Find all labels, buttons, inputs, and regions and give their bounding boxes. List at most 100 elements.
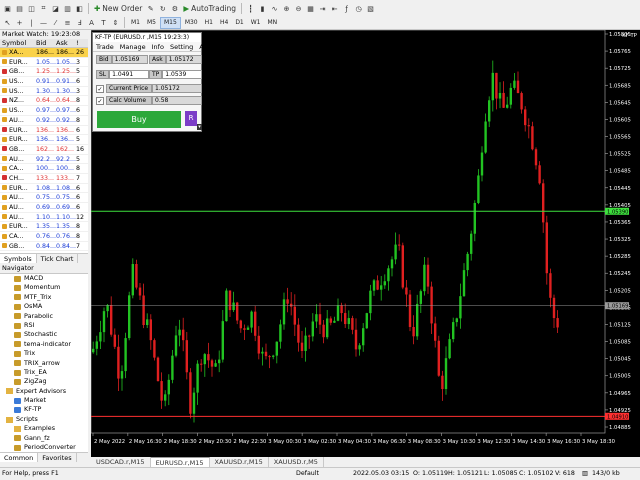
navigator-item[interactable]: MACD [0, 274, 88, 283]
chart-tab-usdcad[interactable]: USDCAD.r,M15 [91, 457, 151, 467]
navigator-item[interactable]: Momentum [0, 283, 88, 292]
market-watch-row[interactable]: AU... 1.10... 1.10... 12 [0, 212, 88, 223]
timeframe-m30[interactable]: M30 [182, 17, 201, 29]
navigator-item[interactable]: MTF_Trix [0, 293, 88, 302]
new-order-button[interactable]: ✚ New Order [92, 3, 144, 15]
timeframe-h1[interactable]: H1 [202, 17, 216, 29]
market-watch-row[interactable]: GB... 0.84... 0.84... 7 [0, 241, 88, 252]
col-symbol[interactable]: Symbol [0, 39, 36, 47]
chart-shift-icon[interactable]: ⇤ [329, 3, 340, 15]
market-watch-row[interactable]: XA... 186... 186... 26 [0, 48, 88, 58]
market-watch-row[interactable]: US... 0.91... 0.91... 6 [0, 77, 88, 87]
cursor-icon[interactable]: ↖ [2, 17, 13, 29]
navigator-item[interactable]: ZigZag [0, 377, 88, 386]
timeframe-w1[interactable]: W1 [248, 17, 264, 29]
vertical-line-icon[interactable]: | [26, 17, 37, 29]
status-profile[interactable]: Default [296, 468, 319, 480]
market-watch-row[interactable]: NZ... 0.64... 0.64... 8 [0, 96, 88, 107]
navigator-item[interactable]: Expert Advisors [0, 387, 88, 396]
market-watch-row[interactable]: EUR... 1.35... 1.35... 8 [0, 222, 88, 233]
signals-icon[interactable]: ⚙ [169, 3, 180, 15]
timeframe-m15[interactable]: M15 [160, 16, 181, 29]
templates-icon[interactable]: ▧ [365, 3, 376, 15]
kf-sl-input[interactable]: 1.0491 [109, 70, 150, 79]
navigator-item[interactable]: PeriodConverter [0, 443, 88, 452]
r-button[interactable]: R [185, 111, 197, 126]
chart-tab-eurusd[interactable]: EURUSD.r,M15 [150, 457, 210, 467]
candlestick-icon[interactable]: ▮ [257, 3, 268, 15]
col-spread[interactable]: ! [76, 39, 88, 47]
navigator-item[interactable]: Trix_EA [0, 368, 88, 377]
profiles-icon[interactable]: ▤ [14, 3, 25, 15]
market-watch-row[interactable]: CA... 0.76... 0.76... 8 [0, 232, 88, 242]
navigator-item[interactable]: KF-TP [0, 405, 88, 414]
navigator-item[interactable]: Stochastic [0, 330, 88, 339]
col-bid[interactable]: Bid [36, 39, 56, 47]
kf-calc-volume-checkbox[interactable]: ✓ [96, 96, 104, 105]
timeframe-h4[interactable]: H4 [217, 17, 231, 29]
crosshair-icon[interactable]: + [14, 17, 25, 29]
navigator-item[interactable]: Trix [0, 349, 88, 358]
timeframe-m1[interactable]: M1 [128, 17, 143, 29]
arrows-icon[interactable]: ⇕ [110, 17, 121, 29]
market-watch-row[interactable]: CH... 133... 133... 7 [0, 173, 88, 184]
tester-icon[interactable]: ◧ [74, 3, 85, 15]
tab-symbols[interactable]: Symbols [0, 254, 37, 263]
market-watch-row[interactable]: GB... 162... 162... 16 [0, 144, 88, 155]
kf-tp-input[interactable]: 1.0539 [162, 70, 203, 79]
kf-current-price-checkbox[interactable]: ✓ [96, 84, 104, 93]
tile-windows-icon[interactable]: ▦ [305, 3, 316, 15]
market-watch-row[interactable]: AU... 0.75... 0.75... 6 [0, 193, 88, 203]
tab-common[interactable]: Common [0, 453, 39, 462]
navigator-item[interactable]: OsMA [0, 302, 88, 311]
kf-menu-info[interactable]: Info [149, 42, 167, 51]
chart-tab-xauusd-m15[interactable]: XAUUSD.r,M15 [210, 457, 269, 467]
timeframe-d1[interactable]: D1 [232, 17, 246, 29]
navigator-item[interactable]: TRIX_arrow [0, 359, 88, 368]
autoscroll-icon[interactable]: ⇥ [317, 3, 328, 15]
zoom-in-icon[interactable]: ⊕ [281, 3, 292, 15]
navigator-item[interactable]: RSI [0, 321, 88, 330]
navigator-item[interactable]: Market [0, 396, 88, 405]
navigator-icon[interactable]: ◪ [50, 3, 61, 15]
buy-button[interactable]: Buy [97, 111, 181, 128]
navigator-item[interactable]: Scripts [0, 415, 88, 424]
kf-menu-setting[interactable]: Setting [167, 42, 196, 51]
kf-menu-trade[interactable]: Trade [93, 42, 117, 51]
new-chart-icon[interactable]: ▣ [2, 3, 13, 15]
kf-menu-manage[interactable]: Manage [117, 42, 149, 51]
tab-favorites[interactable]: Favorites [38, 453, 77, 462]
tab-tick-chart[interactable]: Tick Chart [37, 254, 79, 263]
col-ask[interactable]: Ask [56, 39, 76, 47]
market-watch-row[interactable]: EUR... 136... 136... 5 [0, 135, 88, 145]
navigator-item[interactable]: Parabolic [0, 312, 88, 321]
market-watch-row[interactable]: AU... 0.92... 0.92... 8 [0, 115, 88, 126]
market-watch-icon[interactable]: ◫ [26, 3, 37, 15]
indicators-icon[interactable]: ƒ [341, 3, 352, 15]
fibonacci-icon[interactable]: Ⅎ [74, 17, 85, 29]
market-watch-row[interactable]: CA... 100... 100... 8 [0, 164, 88, 174]
label-icon[interactable]: T [98, 17, 109, 29]
channel-icon[interactable]: ≡ [62, 17, 73, 29]
timeframe-m5[interactable]: M5 [144, 17, 159, 29]
market-watch-row[interactable]: EUR... 1.08... 1.08... 6 [0, 183, 88, 194]
market-watch-row[interactable]: EUR... 136... 136... 6 [0, 125, 88, 136]
trendline-icon[interactable]: ⁄ [50, 17, 61, 29]
navigator-item[interactable]: tema-indicator [0, 340, 88, 349]
market-watch-row[interactable]: US... 1.30... 1.30... 3 [0, 86, 88, 97]
metaeditor-icon[interactable]: ✎ [145, 3, 156, 15]
market-watch-row[interactable]: AU... 0.69... 0.69... 6 [0, 203, 88, 213]
chart-tab-xauusd-m5[interactable]: XAUUSD.r,M5 [269, 457, 324, 467]
market-watch-row[interactable]: AU... 92.2... 92.2... 5 [0, 154, 88, 165]
data-window-icon[interactable]: ⌗ [38, 3, 49, 15]
line-chart-icon[interactable]: ∿ [269, 3, 280, 15]
dropdown-icon[interactable]: ▾ [197, 124, 202, 130]
market-watch-row[interactable]: GB... 1.25... 1.25... 5 [0, 67, 88, 78]
refresh-icon[interactable]: ↻ [157, 3, 168, 15]
kf-menu-about[interactable]: About [196, 42, 221, 51]
horizontal-line-icon[interactable]: — [38, 17, 49, 29]
autotrading-button[interactable]: ▶ AutoTrading [181, 3, 238, 15]
terminal-icon[interactable]: ▥ [62, 3, 73, 15]
text-icon[interactable]: A [86, 17, 97, 29]
zoom-out-icon[interactable]: ⊖ [293, 3, 304, 15]
